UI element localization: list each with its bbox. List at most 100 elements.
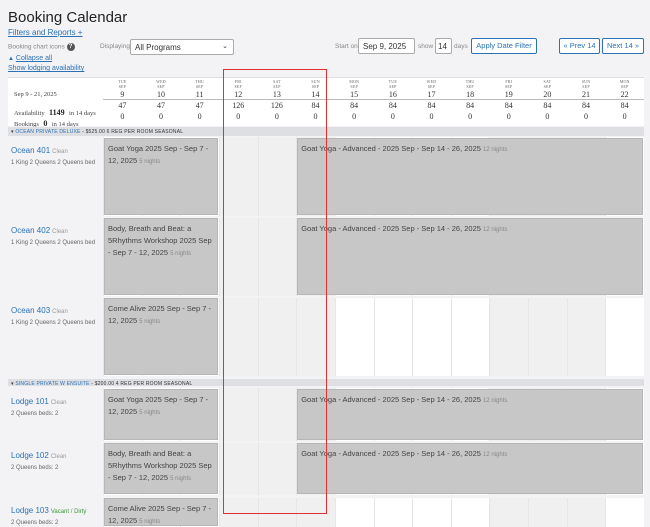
caret-up-icon: ▲ — [8, 56, 14, 62]
booking-title: Goat Yoga - Advanced - 2025 Sep - Sep 14… — [301, 224, 484, 233]
booking-nights: 5 nights — [170, 251, 192, 257]
day-cell-divider — [450, 497, 452, 527]
day-date: 18 — [466, 90, 475, 99]
day-cell-divider — [218, 297, 220, 376]
displaying-label: Displaying — [100, 43, 130, 50]
booking-block[interactable]: Goat Yoga 2025 Sep - Sep 7 - 12, 2025 5 … — [104, 389, 218, 440]
booking-title: Body, Breath and Beat: a 5Rhythms Worksh… — [108, 224, 212, 257]
day-bookings: 0 — [352, 112, 357, 121]
day-cell-divider — [450, 297, 452, 376]
room-beds: 1 King 2 Queens 2 Queens bed — [11, 160, 96, 166]
room-title: Ocean 403 Clean — [11, 300, 100, 318]
booking-block[interactable]: Body, Breath and Beat: a 5Rhythms Worksh… — [104, 218, 218, 295]
show-label: show — [418, 43, 434, 50]
booking-nights: 5 nights — [139, 519, 161, 525]
day-header: TUE SEP 16 — [374, 79, 413, 99]
apply-date-filter-button[interactable]: Apply Date Filter — [471, 38, 537, 54]
day-bookings: 0 — [120, 112, 125, 121]
day-availability: 84 — [582, 101, 591, 110]
day-bookings: 0 — [197, 112, 202, 121]
day-availability: 47 — [156, 101, 165, 110]
group-name: OCEAN PRIVATE DELUXE — [15, 129, 81, 135]
room-title: Lodge 103 Vacant / Dirty — [11, 500, 100, 518]
day-date: 19 — [504, 90, 513, 99]
booking-nights: 5 nights — [139, 410, 161, 416]
day-availability: 84 — [543, 101, 552, 110]
room-day-cells: Goat Yoga 2025 Sep - Sep 7 - 12, 2025 5 … — [103, 388, 644, 441]
day-month: SEP — [157, 84, 165, 89]
day-cell-divider — [605, 497, 607, 527]
booking-block[interactable]: Goat Yoga 2025 Sep - Sep 7 - 12, 2025 5 … — [104, 138, 218, 215]
booking-nights: 12 nights — [483, 147, 508, 153]
collapse-all-link[interactable]: ▲ Collapse all — [8, 55, 52, 62]
booking-block[interactable]: Goat Yoga - Advanced - 2025 Sep - Sep 14… — [297, 138, 643, 215]
booking-block[interactable]: Goat Yoga - Advanced - 2025 Sep - Sep 14… — [297, 443, 643, 494]
highlight-box — [223, 69, 327, 514]
program-select[interactable]: All Programs ⌄ — [130, 39, 234, 55]
booking-block[interactable]: Body, Breath and Beat: a 5Rhythms Worksh… — [104, 443, 218, 494]
room-label: Lodge 101 Clean 2 Queens beds: 2 — [8, 388, 103, 441]
help-icon[interactable]: ? — [66, 43, 75, 51]
booking-nights: 12 nights — [483, 398, 508, 404]
group-regs: 6 REG PER ROOM — [106, 129, 155, 135]
day-cell-divider — [566, 497, 568, 527]
day-bookings: 0 — [506, 112, 511, 121]
day-availability: 84 — [427, 101, 436, 110]
booking-nights: 5 nights — [139, 159, 161, 165]
day-availability: 84 — [466, 101, 475, 110]
room-beds: 1 King 2 Queens 2 Queens bed — [11, 320, 96, 326]
room-name-link[interactable]: Lodge 101 — [11, 397, 49, 406]
day-cell-divider — [334, 497, 336, 527]
day-month: SEP — [504, 84, 513, 89]
show-lodging-link[interactable]: Show lodging availability — [8, 65, 98, 72]
day-month: SEP — [582, 84, 590, 89]
room-name-link[interactable]: Ocean 402 — [11, 226, 50, 235]
filters-reports-link[interactable]: Filters and Reports + — [8, 28, 82, 37]
day-month: SEP — [350, 84, 358, 89]
day-cell-divider — [489, 297, 491, 376]
day-header: THU SEP 11 — [180, 79, 219, 99]
day-header: SUN SEP 21 — [567, 79, 606, 99]
room-name-link[interactable]: Ocean 403 — [11, 306, 50, 315]
day-cell-divider — [218, 217, 220, 296]
day-cell-divider — [334, 297, 336, 376]
prev-14-button[interactable]: « Prev 14 — [559, 38, 600, 54]
collapse-all-label: Collapse all — [15, 55, 53, 62]
booking-block[interactable]: Come Alive 2025 Sep - Sep 7 - 12, 2025 5… — [104, 298, 218, 375]
start-date-input[interactable]: Sep 9, 2025 — [358, 38, 415, 54]
booking-nights: 12 nights — [483, 452, 508, 458]
room-name-link[interactable]: Lodge 102 — [11, 451, 49, 460]
room-label: Ocean 401 Clean 1 King 2 Queens 2 Queens b… — [8, 137, 103, 216]
room-day-cells: Come Alive 2025 Sep - Sep 7 - 12, 2025 5… — [103, 297, 644, 376]
days-label: days — [454, 43, 468, 50]
day-header: MON SEP 15 — [335, 79, 374, 99]
room-label: Ocean 403 Clean 1 King 2 Queens 2 Queens b… — [8, 297, 103, 376]
start-on-label: Start on — [335, 43, 358, 50]
room-name-link[interactable]: Ocean 401 — [11, 146, 50, 155]
day-cell-divider — [412, 297, 414, 376]
day-availability: 84 — [504, 101, 513, 110]
weekend-cell — [566, 497, 606, 527]
header-divider — [103, 99, 644, 100]
day-cell-divider — [528, 497, 530, 527]
day-date: 10 — [156, 90, 165, 99]
day-header: WED SEP 10 — [142, 79, 181, 99]
day-cell-divider — [218, 442, 220, 495]
booking-title: Goat Yoga - Advanced - 2025 Sep - Sep 14… — [301, 395, 484, 404]
room-beds: 2 Queens beds: 2 — [11, 465, 59, 471]
booking-block[interactable]: Goat Yoga - Advanced - 2025 Sep - Sep 14… — [297, 389, 643, 440]
room-beds: 2 Queens beds: 2 — [11, 520, 59, 526]
day-header: MON SEP 22 — [605, 79, 644, 99]
day-availability: 84 — [620, 101, 629, 110]
day-cell-divider — [528, 297, 530, 376]
day-bookings: 0 — [158, 112, 163, 121]
booking-block[interactable]: Goat Yoga - Advanced - 2025 Sep - Sep 14… — [297, 218, 643, 295]
day-date: 15 — [350, 90, 359, 99]
day-cell-divider — [218, 497, 220, 527]
day-month: SEP — [389, 84, 397, 89]
next-14-button[interactable]: Next 14 » — [602, 38, 644, 54]
show-days-input[interactable]: 14 — [435, 38, 452, 54]
day-date: 9 — [120, 90, 125, 99]
room-name-link[interactable]: Lodge 103 — [11, 506, 49, 515]
day-month: SEP — [543, 84, 552, 89]
